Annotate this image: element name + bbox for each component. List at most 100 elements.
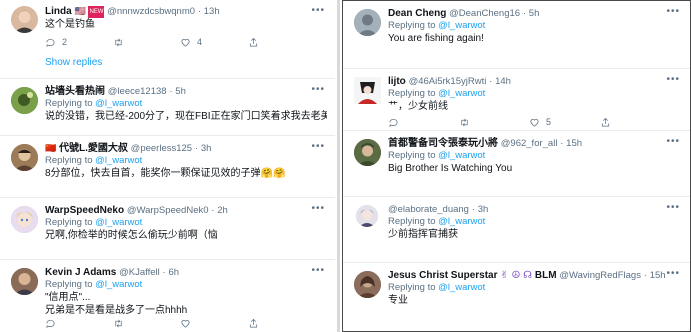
avatar[interactable]	[354, 271, 381, 298]
tweet-time[interactable]: 15h	[566, 138, 582, 149]
like-count: 5	[546, 117, 552, 127]
avatar[interactable]	[354, 77, 381, 104]
like-button[interactable]: 4	[180, 37, 248, 48]
tweet-linda[interactable]: Linda 🇺🇸 NEW @nnnwzdcsbwqnm0 · 13h 这个是钓鱼…	[0, 0, 335, 78]
mention-link[interactable]: @l_warwot	[438, 216, 485, 227]
retweet-button[interactable]	[113, 318, 181, 329]
tweet-leece[interactable]: 站墙头看热闹 @leece12138 · 5h Replying to @l_w…	[0, 78, 335, 136]
more-icon[interactable]: •••	[666, 6, 680, 17]
tweet-text: 艹，少女前线	[388, 101, 448, 112]
tweet-time[interactable]: 14h	[495, 76, 511, 87]
author-name[interactable]: Linda	[45, 6, 72, 17]
mention-link[interactable]: @l_warwot	[438, 20, 485, 31]
more-icon[interactable]: •••	[311, 141, 325, 152]
show-replies-link[interactable]: Show replies	[45, 57, 102, 68]
share-button[interactable]	[248, 318, 316, 329]
reply-count: 2	[62, 37, 68, 47]
avatar[interactable]	[354, 9, 381, 36]
author-handle[interactable]: @WavingRedFlags	[559, 270, 641, 281]
tweet-time[interactable]: 3h	[478, 204, 489, 215]
author-handle[interactable]: @KJaffell	[119, 267, 160, 278]
mention-link[interactable]: @l_warwot	[438, 150, 485, 161]
author-handle[interactable]: @elaborate_duang	[388, 204, 469, 215]
author-handle[interactable]: @peerless125	[131, 143, 192, 154]
mention-link[interactable]: @l_warwot	[95, 217, 142, 228]
more-icon[interactable]: •••	[666, 268, 680, 279]
us-flag-icon: 🇺🇸	[74, 6, 86, 16]
like-count: 4	[197, 37, 203, 47]
author-handle[interactable]: @46Ai5rk15yjRwti	[409, 76, 487, 87]
avatar[interactable]	[354, 139, 381, 166]
avatar[interactable]	[11, 87, 38, 114]
tweet-header: Kevin J Adams @KJaffell · 6h	[45, 266, 327, 279]
tweet-kjaffell[interactable]: Kevin J Adams @KJaffell · 6h Replying to…	[0, 260, 335, 332]
author-name[interactable]: Kevin J Adams	[45, 267, 116, 278]
reply-button[interactable]: 2	[45, 37, 113, 48]
tweet-wavingredflags[interactable]: Jesus Christ Superstar ✌ ☮ ☊ BLM @Waving…	[343, 263, 690, 331]
more-icon[interactable]: •••	[666, 202, 680, 213]
avatar[interactable]	[11, 144, 38, 171]
tweet-text: 这个是钓鱼	[45, 19, 95, 30]
share-button[interactable]	[600, 117, 671, 128]
like-button[interactable]: 5	[529, 117, 600, 128]
tweet-lijto[interactable]: lijto @46Ai5rk15yjRwti · 14h Replying to…	[343, 69, 690, 131]
like-button[interactable]	[180, 318, 248, 329]
mention-link[interactable]: @l_warwot	[95, 279, 142, 290]
tweet-text-line-1: "信用点"...	[45, 292, 91, 303]
more-icon[interactable]: •••	[311, 5, 325, 16]
author-name[interactable]: lijto	[388, 76, 406, 87]
tweet-time[interactable]: 5h	[175, 86, 186, 97]
avatar[interactable]	[11, 6, 38, 33]
heart-icon	[530, 118, 539, 127]
mention-link[interactable]: @l_warwot	[438, 282, 485, 293]
retweet-button[interactable]	[113, 37, 181, 48]
mention-link[interactable]: @l_warwot	[438, 88, 485, 99]
author-name[interactable]: 站墙头看热闹	[45, 86, 105, 97]
author-name[interactable]: 首都警备司令張泰玩小將	[388, 138, 498, 149]
tweet-peerless[interactable]: 🇨🇳 代號L.愛國大叔 @peerless125 · 3h Replying t…	[0, 136, 335, 198]
tweet-time[interactable]: 5h	[529, 8, 540, 19]
retweet-icon	[114, 319, 122, 327]
more-icon[interactable]: •••	[311, 265, 325, 276]
tweet-header: 首都警备司令張泰玩小將 @962_for_all · 15h	[388, 137, 682, 150]
reply-icon	[389, 118, 398, 127]
author-handle[interactable]: @leece12138	[108, 86, 167, 97]
tweet-time[interactable]: 15h	[650, 270, 666, 281]
author-name[interactable]: Jesus Christ Superstar	[388, 270, 498, 281]
author-handle[interactable]: @DeanCheng16	[449, 8, 520, 19]
separator-dot: ·	[560, 138, 564, 149]
replying-label: Replying to	[388, 20, 436, 31]
author-handle[interactable]: @WarpSpeedNek0	[127, 205, 209, 216]
tweet-elaborate-duang[interactable]: @elaborate_duang · 3h Replying to @l_war…	[343, 197, 690, 263]
mention-link[interactable]: @l_warwot	[95, 155, 142, 166]
tweet-time[interactable]: 13h	[204, 6, 220, 17]
tweet-time[interactable]: 2h	[217, 205, 228, 216]
avatar[interactable]	[11, 268, 38, 295]
more-icon[interactable]: •••	[311, 203, 325, 214]
author-handle[interactable]: @nnnwzdcsbwqnm0	[107, 6, 195, 17]
more-icon[interactable]: •••	[666, 136, 680, 147]
author-name[interactable]: WarpSpeedNeko	[45, 205, 124, 216]
more-icon[interactable]: •••	[311, 84, 325, 95]
name-suffix[interactable]: BLM	[535, 270, 557, 281]
replying-to: Replying to @l_warwot	[388, 216, 682, 228]
tweet-962-for-all[interactable]: 首都警备司令張泰玩小將 @962_for_all · 15h Replying …	[343, 131, 690, 197]
mention-link[interactable]: @l_warwot	[95, 98, 142, 109]
replying-label: Replying to	[388, 216, 436, 227]
author-name[interactable]: Dean Cheng	[388, 8, 446, 19]
tweet-warpspeedneko[interactable]: WarpSpeedNeko @WarpSpeedNek0 · 2h Replyi…	[0, 198, 335, 260]
share-button[interactable]	[248, 37, 316, 48]
avatar[interactable]	[11, 206, 38, 233]
author-name[interactable]: 代號L.愛國大叔	[59, 143, 128, 154]
reply-button[interactable]	[45, 318, 113, 329]
replying-label: Replying to	[388, 282, 436, 293]
retweet-button[interactable]	[459, 117, 530, 128]
more-icon[interactable]: •••	[666, 74, 680, 85]
tweet-time[interactable]: 6h	[168, 267, 179, 278]
tweet-dean-cheng[interactable]: Dean Cheng @DeanCheng16 · 5h Replying to…	[343, 1, 690, 69]
replying-label: Replying to	[388, 88, 436, 99]
avatar[interactable]	[356, 205, 378, 227]
reply-button[interactable]	[388, 117, 459, 128]
author-handle[interactable]: @962_for_all	[501, 138, 558, 149]
tweet-time[interactable]: 3h	[201, 143, 212, 154]
